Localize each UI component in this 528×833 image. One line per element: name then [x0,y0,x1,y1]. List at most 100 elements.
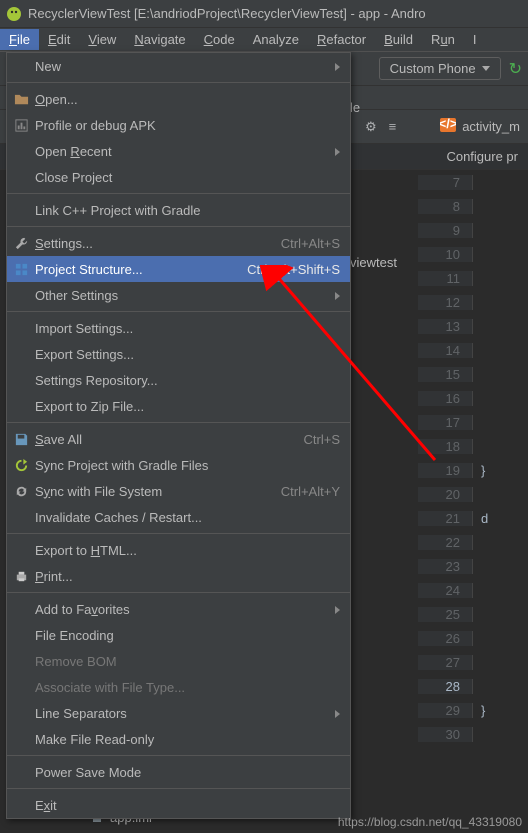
editor-line[interactable]: 15 [418,362,528,386]
editor-line[interactable]: 12 [418,290,528,314]
window-title: RecyclerViewTest [E:\andriodProject\Recy… [28,6,426,21]
editor-line[interactable]: 16 [418,386,528,410]
editor-line[interactable]: 30 [418,722,528,746]
file-menu-line-separators[interactable]: Line Separators [7,700,350,726]
menu-item-label: Project Structure... [35,262,143,277]
file-menu-export-settings[interactable]: Export Settings... [7,341,350,367]
device-selector[interactable]: Custom Phone [379,57,501,80]
file-menu-make-file-read-only[interactable]: Make File Read-only [7,726,350,752]
menu-i[interactable]: I [464,29,486,50]
editor-line[interactable]: 24 [418,578,528,602]
file-menu-settings[interactable]: Settings...Ctrl+Alt+S [7,230,350,256]
menu-navigate[interactable]: Navigate [125,29,194,50]
file-menu-project-structure[interactable]: Project Structure... Ctrl+Alt+Shift+S [7,256,350,282]
editor-line[interactable]: 17 [418,410,528,434]
file-menu-link-c-project-with-gradle[interactable]: Link C++ Project with Gradle [7,197,350,223]
file-menu-sync-project-with-gradle-files[interactable]: Sync Project with Gradle Files [7,452,350,478]
menu-refactor[interactable]: Refactor [308,29,375,50]
svg-text:</>: </> [440,118,456,131]
device-selector-label: Custom Phone [390,61,476,76]
menu-separator [7,755,350,756]
file-menu-new[interactable]: New [7,53,350,79]
menu-item-label: Save All [35,432,82,447]
editor-line[interactable]: 10 [418,242,528,266]
watermark-text: https://blog.csdn.net/qq_43319080 [338,815,522,829]
submenu-arrow-icon [335,59,340,74]
hamburger-icon[interactable]: ≡ [389,119,397,134]
submenu-arrow-icon [335,144,340,159]
submenu-arrow-icon [335,602,340,617]
menu-file[interactable]: File [0,29,39,50]
file-menu-import-settings[interactable]: Import Settings... [7,315,350,341]
menu-item-label: Line Separators [35,706,127,721]
package-fragment: viewtest [350,255,397,270]
file-menu-exit[interactable]: Exit [7,792,350,818]
editor-line[interactable]: 27 [418,650,528,674]
file-menu-open[interactable]: Open... [7,86,350,112]
editor-tab[interactable]: </> activity_m [440,118,520,135]
file-menu-add-to-favorites[interactable]: Add to Favorites [7,596,350,622]
editor-line[interactable]: 23 [418,554,528,578]
menu-item-label: Other Settings [35,288,118,303]
menu-item-label: Link C++ Project with Gradle [35,203,200,218]
editor-line[interactable]: 22 [418,530,528,554]
menu-item-label: Exit [35,798,57,813]
menu-item-label: Print... [35,569,73,584]
menu-run[interactable]: Run [422,29,464,50]
editor-line[interactable]: 26 [418,626,528,650]
menu-shortcut: Ctrl+S [280,432,340,447]
editor-line[interactable]: 14 [418,338,528,362]
menu-separator [7,592,350,593]
line-number: 7 [418,175,473,190]
editor-line[interactable]: 28 [418,674,528,698]
menu-analyze[interactable]: Analyze [244,29,308,50]
menu-shortcut: Ctrl+Alt+Shift+S [223,262,340,277]
editor-line[interactable]: 11 [418,266,528,290]
editor-line[interactable]: 25 [418,602,528,626]
sync-icon[interactable]: ↻ [509,59,522,79]
line-number: 23 [418,559,473,574]
menu-build[interactable]: Build [375,29,422,50]
file-menu-remove-bom: Remove BOM [7,648,350,674]
menu-edit[interactable]: Edit [39,29,79,50]
file-menu-export-to-html[interactable]: Export to HTML... [7,537,350,563]
editor-line[interactable]: 18 [418,434,528,458]
editor-line[interactable]: 19} [418,458,528,482]
file-menu-save-all[interactable]: Save All Ctrl+S [7,426,350,452]
line-number: 29 [418,703,473,718]
editor-line[interactable]: 7 [418,170,528,194]
gear-icon[interactable]: ⚙ [365,119,377,135]
editor-line[interactable]: 21d [418,506,528,530]
file-menu-power-save-mode[interactable]: Power Save Mode [7,759,350,785]
file-menu-sync-with-file-system[interactable]: Sync with File SystemCtrl+Alt+Y [7,478,350,504]
line-number: 21 [418,511,473,526]
editor-line[interactable]: 9 [418,218,528,242]
menu-item-label: File Encoding [35,628,114,643]
editor-line[interactable]: 8 [418,194,528,218]
editor-line[interactable]: 29} [418,698,528,722]
file-menu-open-recent[interactable]: Open Recent [7,138,350,164]
file-menu-file-encoding[interactable]: File Encoding [7,622,350,648]
file-menu-export-to-zip-file[interactable]: Export to Zip File... [7,393,350,419]
editor-area[interactable]: 78910111213141516171819}2021d22232425262… [418,170,528,833]
file-menu-settings-repository[interactable]: Settings Repository... [7,367,350,393]
menu-view[interactable]: View [79,29,125,50]
menu-item-label: Add to Favorites [35,602,130,617]
line-number: 18 [418,439,473,454]
inspection-text: Configure pr [446,149,518,164]
editor-line[interactable]: 20 [418,482,528,506]
file-menu-close-project[interactable]: Close Project [7,164,350,190]
breadcrumb-fragment: le [350,100,360,115]
line-number: 10 [418,247,473,262]
file-menu-profile-or-debug-apk[interactable]: Profile or debug APK [7,112,350,138]
file-menu-other-settings[interactable]: Other Settings [7,282,350,308]
line-number: 8 [418,199,473,214]
file-menu-print[interactable]: Print... [7,563,350,589]
menu-code[interactable]: Code [195,29,244,50]
menu-separator [7,226,350,227]
xml-file-icon: </> [440,118,456,135]
menu-item-label: Import Settings... [35,321,133,336]
editor-line[interactable]: 13 [418,314,528,338]
menu-item-label: Make File Read-only [35,732,154,747]
file-menu-invalidate-caches-restart[interactable]: Invalidate Caches / Restart... [7,504,350,530]
